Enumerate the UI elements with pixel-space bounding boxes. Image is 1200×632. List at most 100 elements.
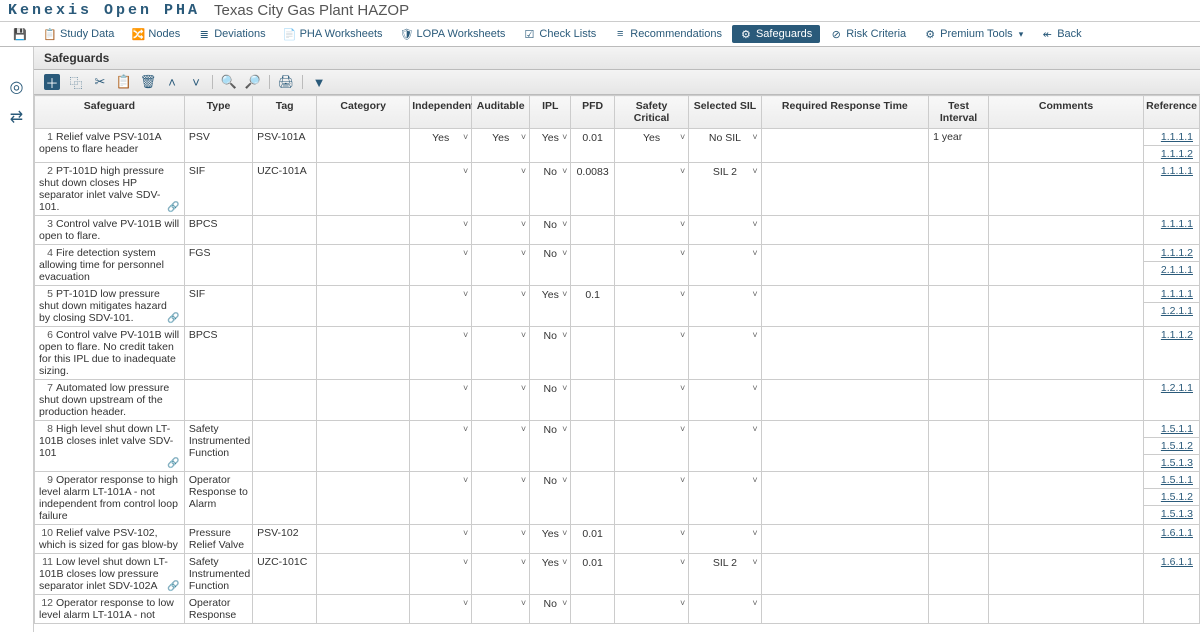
cell-sc[interactable] [614, 421, 688, 472]
cell-aud[interactable] [472, 216, 530, 245]
cell-sc[interactable]: Yes [614, 129, 688, 163]
cell-aud[interactable] [472, 163, 530, 216]
cell-ind[interactable] [410, 163, 472, 216]
cell-sil[interactable]: No SIL [689, 129, 761, 163]
cell-sc[interactable] [614, 380, 688, 421]
move-down-icon[interactable]: ˅ [188, 74, 204, 90]
nav-save-icon[interactable]: 💾 [6, 25, 34, 43]
cell-ipl[interactable]: No [530, 421, 571, 472]
col-type[interactable]: Type [184, 96, 252, 129]
nav-check-lists[interactable]: ☑Check Lists [515, 25, 604, 43]
cell-sil[interactable]: SIL 2 [689, 554, 761, 595]
col-category[interactable]: Category [317, 96, 410, 129]
cell-aud[interactable] [472, 245, 530, 286]
reference-link[interactable]: 1.5.1.3 [1144, 506, 1199, 522]
table-row[interactable]: 3Control valve PV-101B will open to flar… [35, 216, 1200, 245]
reference-link[interactable]: 1.6.1.1 [1144, 554, 1199, 570]
reference-link[interactable]: 1.5.1.2 [1144, 489, 1199, 506]
nav-premium-tools[interactable]: ⚙Premium Tools [916, 25, 1031, 43]
reference-link[interactable]: 1.1.1.2 [1144, 327, 1199, 343]
nav-pha-worksheets[interactable]: 📄PHA Worksheets [276, 25, 391, 43]
cell-sc[interactable] [614, 216, 688, 245]
table-row[interactable]: 5PT-101D low pressure shut down mitigate… [35, 286, 1200, 327]
col-safety-critical[interactable]: Safety Critical [614, 96, 688, 129]
link-icon[interactable]: 🔗 [167, 458, 179, 469]
nav-nodes[interactable]: 🔀Nodes [124, 25, 188, 43]
reference-link[interactable]: 1.5.1.3 [1144, 455, 1199, 471]
swap-icon[interactable]: ⇄ [7, 107, 27, 127]
col-safeguard[interactable]: Safeguard [35, 96, 185, 129]
delete-icon[interactable]: 🗑 [140, 74, 156, 90]
cell-ipl[interactable]: No [530, 216, 571, 245]
zoom-out-icon[interactable]: 🔎 [245, 74, 261, 90]
link-icon[interactable]: 🔗 [167, 581, 179, 592]
reference-link[interactable]: 1.5.1.1 [1144, 472, 1199, 489]
nav-risk-criteria[interactable]: ⊘Risk Criteria [822, 25, 914, 43]
cell-ind[interactable] [410, 327, 472, 380]
cell-ind[interactable] [410, 245, 472, 286]
cell-aud[interactable] [472, 472, 530, 525]
reference-link[interactable]: 1.1.1.1 [1144, 216, 1199, 232]
cell-sc[interactable] [614, 554, 688, 595]
reference-link[interactable]: 1.1.1.1 [1144, 286, 1199, 303]
cell-aud[interactable] [472, 380, 530, 421]
table-row[interactable]: 11Low level shut down LT-101B closes low… [35, 554, 1200, 595]
table-row[interactable]: 1Relief valve PSV-101A opens to flare he… [35, 129, 1200, 163]
cell-sc[interactable] [614, 595, 688, 624]
cell-sc[interactable] [614, 286, 688, 327]
cell-sil[interactable] [689, 245, 761, 286]
cell-sc[interactable] [614, 163, 688, 216]
cell-ind[interactable] [410, 380, 472, 421]
nav-deviations[interactable]: ≣Deviations [190, 25, 273, 43]
cell-sc[interactable] [614, 525, 688, 554]
cell-sil[interactable]: SIL 2 [689, 163, 761, 216]
reference-link[interactable]: 1.6.1.1 [1144, 525, 1199, 541]
cell-sil[interactable] [689, 286, 761, 327]
nav-back[interactable]: ↞Back [1033, 25, 1089, 43]
cell-aud[interactable] [472, 525, 530, 554]
cell-aud[interactable] [472, 286, 530, 327]
cell-sil[interactable] [689, 525, 761, 554]
cell-ipl[interactable]: Yes [530, 286, 571, 327]
cell-ipl[interactable]: No [530, 245, 571, 286]
cell-ipl[interactable]: No [530, 472, 571, 525]
cell-sc[interactable] [614, 472, 688, 525]
reference-link[interactable]: 1.2.1.1 [1144, 380, 1199, 396]
table-row[interactable]: 2PT-101D high pressure shut down closes … [35, 163, 1200, 216]
reference-link[interactable]: 1.1.1.1 [1144, 129, 1199, 146]
col-required-response-time[interactable]: Required Response Time [761, 96, 928, 129]
col-tag[interactable]: Tag [253, 96, 317, 129]
cell-ipl[interactable]: Yes [530, 525, 571, 554]
target-icon[interactable]: ◎ [7, 77, 27, 97]
table-row[interactable]: 9Operator response to high level alarm L… [35, 472, 1200, 525]
nav-recommendations[interactable]: ≡Recommendations [606, 25, 730, 43]
cell-ind[interactable] [410, 286, 472, 327]
nav-study-data[interactable]: 📋Study Data [36, 25, 122, 43]
reference-link[interactable]: 2.1.1.1 [1144, 262, 1199, 278]
add-icon[interactable]: ＋ [44, 74, 60, 90]
reference-link[interactable]: 1.1.1.2 [1144, 146, 1199, 162]
cell-aud[interactable] [472, 327, 530, 380]
reference-link[interactable]: 1.5.1.1 [1144, 421, 1199, 438]
reference-link[interactable]: 1.5.1.2 [1144, 438, 1199, 455]
col-auditable[interactable]: Auditable [472, 96, 530, 129]
table-row[interactable]: 12Operator response to low level alarm L… [35, 595, 1200, 624]
cell-ind[interactable] [410, 595, 472, 624]
cut-icon[interactable]: ✂ [92, 74, 108, 90]
cell-ind[interactable] [410, 472, 472, 525]
col-test-interval[interactable]: Test Interval [929, 96, 989, 129]
table-row[interactable]: 8High level shut down LT-101B closes inl… [35, 421, 1200, 472]
paste-icon[interactable]: 📋 [116, 74, 132, 90]
cell-sc[interactable] [614, 245, 688, 286]
cell-ipl[interactable]: No [530, 327, 571, 380]
cell-sil[interactable] [689, 472, 761, 525]
col-reference[interactable]: Reference [1144, 96, 1200, 129]
cell-sil[interactable] [689, 216, 761, 245]
cell-sil[interactable] [689, 595, 761, 624]
table-row[interactable]: 7Automated low pressure shut down upstre… [35, 380, 1200, 421]
cell-ipl[interactable]: No [530, 595, 571, 624]
col-selected-sil[interactable]: Selected SIL [689, 96, 761, 129]
cell-ind[interactable]: Yes [410, 129, 472, 163]
link-icon[interactable]: 🔗 [167, 313, 179, 324]
cell-sc[interactable] [614, 327, 688, 380]
